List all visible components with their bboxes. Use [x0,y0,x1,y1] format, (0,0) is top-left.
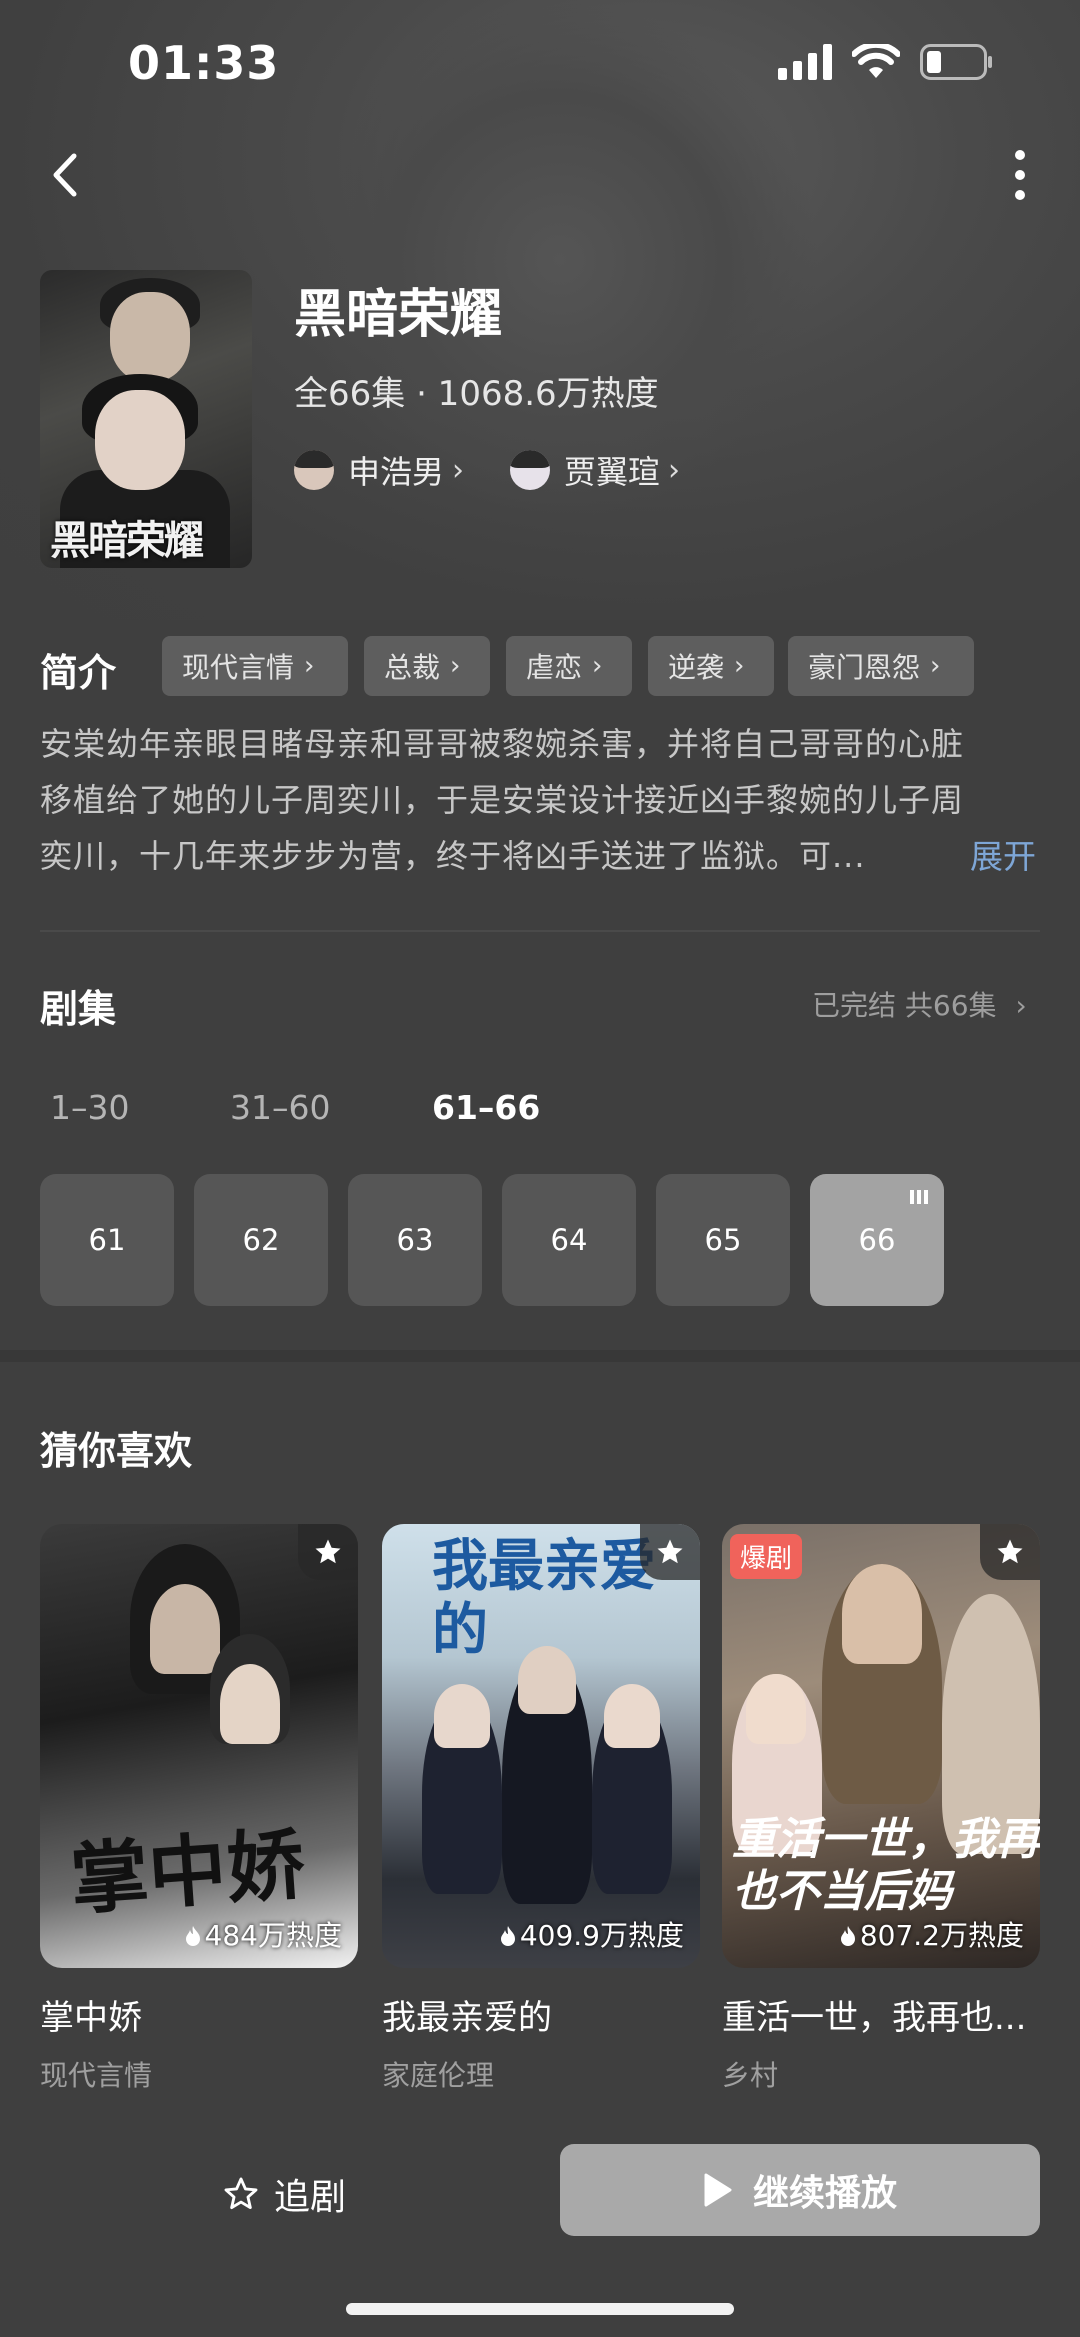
heat-count: 807.2万热度 [722,1914,1040,1954]
genre-tag[interactable]: 虐恋 › [506,636,632,696]
intro-label: 简介 [40,651,117,695]
chevron-right-icon: › [450,651,461,681]
actor-avatar [510,450,550,490]
card-genre: 乡村 [722,2059,779,2092]
actor-link-1[interactable]: 申浩男 › [294,446,464,494]
follow-button[interactable]: 追剧 [222,2168,346,2220]
card-genre: 现代言情 [40,2059,153,2092]
tag-label: 逆袭 [668,651,725,684]
play-icon [704,2173,732,2207]
episodes-title: 剧集 [40,987,117,1031]
tag-label: 总裁 [384,651,441,684]
actor-avatar [294,450,334,490]
chevron-right-icon: › [304,651,315,681]
tag-label: 豪门恩怨 [808,651,921,684]
synopsis-line: 奕川，十几年来步步为营，终于将凶手送进了监狱。可... [40,837,866,875]
drama-cover-image: 黑暗荣耀 [40,270,252,568]
episode-button[interactable]: 63 [348,1174,482,1306]
episode-button[interactable]: 65 [656,1174,790,1306]
fire-icon [185,1926,200,1946]
star-icon [224,2177,258,2210]
card-title[interactable]: 我最亲爱的 [382,1990,700,2039]
actor-name: 申浩男 [348,453,445,491]
star-icon[interactable] [298,1524,358,1580]
chevron-right-icon: › [930,651,941,681]
expand-link[interactable]: 展开 [970,830,1036,878]
chevron-right-icon: › [592,651,603,681]
cover-title-art: 黑暗荣耀 [50,517,204,564]
signal-icon [778,44,832,80]
genre-tag[interactable]: 总裁 › [364,636,490,696]
wifi-icon [852,44,900,78]
synopsis-line: 安棠幼年亲眼目睹母亲和哥哥被黎婉杀害，并将自己哥哥的心脏 [40,725,965,763]
episode-range-tab-active[interactable]: 61–66 [432,1088,540,1127]
card-title[interactable]: 掌中娇 [40,1990,358,2039]
episode-button[interactable]: 61 [40,1174,174,1306]
actor-link-2[interactable]: 贾翼瑄 › [510,446,680,494]
follow-label: 追剧 [274,2177,347,2218]
tag-label: 现代言情 [182,651,295,684]
playing-bars-icon [910,1190,928,1204]
episode-range-tab[interactable]: 1–30 [50,1088,130,1127]
section-separator [0,1350,1080,1362]
recommend-title: 猜你喜欢 [40,1429,193,1473]
fire-icon [840,1926,855,1946]
drama-title: 黑暗荣耀 [294,285,503,345]
continue-play-button[interactable]: 继续播放 [560,2144,1040,2236]
recommend-card[interactable]: 我最亲爱的 409.9万热度 [382,1524,700,1968]
episode-range-tab[interactable]: 31–60 [230,1088,330,1127]
poster-title-art: 重活一世，我再也不当后妈 [732,1814,1040,1917]
poster-title-art: 掌中娇 [67,1818,308,1927]
star-icon[interactable] [980,1524,1040,1580]
battery-icon [920,44,992,80]
episodes-status-link[interactable]: 已完结 共66集 › [812,984,1027,1024]
home-indicator[interactable] [346,2303,734,2315]
chevron-right-icon: › [734,651,745,681]
recommend-card[interactable]: 掌中娇 484万热度 [40,1524,358,1968]
heat-count: 409.9万热度 [382,1914,700,1954]
actor-name: 贾翼瑄 [564,453,661,491]
status-time: 01:33 [128,36,280,90]
recommend-card[interactable]: 重活一世，我再也不当后妈 爆剧 807.2万热度 [722,1524,1040,1968]
chevron-right-icon: › [452,452,465,488]
synopsis-line: 移植给了她的儿子周奕川，于是安棠设计接近凶手黎婉的儿子周 [40,781,965,819]
heat-count: 484万热度 [40,1914,358,1954]
hot-badge: 爆剧 [730,1534,803,1579]
divider [40,930,1040,932]
tag-label: 虐恋 [526,651,583,684]
back-arrow-icon[interactable] [46,150,86,200]
card-title[interactable]: 重活一世，我再也... [722,1990,1040,2039]
episodes-status: 已完结 共66集 [812,989,997,1022]
episode-number: 66 [858,1223,896,1257]
play-label: 继续播放 [752,2173,897,2214]
genre-tag[interactable]: 豪门恩怨 › [788,636,974,696]
more-vertical-icon[interactable] [1006,148,1034,202]
episode-button[interactable]: 62 [194,1174,328,1306]
synopsis-text: 安棠幼年亲眼目睹母亲和哥哥被黎婉杀害，并将自己哥哥的心脏 移植给了她的儿子周奕川… [40,716,1040,884]
drama-meta: 全66集 · 1068.6万热度 [294,374,659,414]
episode-button[interactable]: 64 [502,1174,636,1306]
genre-tag[interactable]: 逆袭 › [648,636,774,696]
chevron-right-icon: › [1015,989,1027,1022]
chevron-right-icon: › [668,452,681,488]
star-icon[interactable] [640,1524,700,1580]
genre-tag[interactable]: 现代言情 › [162,636,348,696]
card-genre: 家庭伦理 [382,2059,495,2092]
fire-icon [500,1926,515,1946]
episode-button-current[interactable]: 66 [810,1174,944,1306]
